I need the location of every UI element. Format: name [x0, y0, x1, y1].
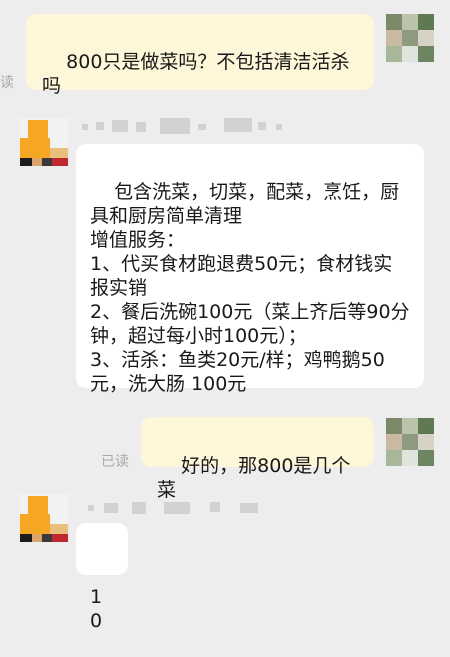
- message-bubble-incoming[interactable]: 包含洗菜，切菜，配菜，烹饪，厨具和厨房简单清理 增值服务： 1、代买食材跑退费5…: [76, 144, 424, 395]
- user-avatar[interactable]: [386, 418, 434, 466]
- contact-avatar[interactable]: [20, 494, 68, 542]
- message-text: 好的，那800是几个菜: [157, 455, 351, 501]
- read-receipt: 已读: [101, 454, 129, 470]
- message-text: 包含洗菜，切菜，配菜，烹饪，厨具和厨房简单清理 增值服务： 1、代买食材跑退费5…: [90, 181, 410, 395]
- message-bubble-outgoing[interactable]: 800只是做菜吗？不包括清洁活杀吗: [26, 14, 374, 97]
- message-text: 10: [90, 586, 103, 632]
- user-avatar[interactable]: [386, 14, 434, 62]
- message-bubble-outgoing[interactable]: 好的，那800是几个菜: [141, 417, 374, 501]
- contact-avatar[interactable]: [20, 118, 68, 166]
- message-text: 800只是做菜吗？不包括清洁活杀吗: [42, 51, 350, 97]
- message-bubble-incoming[interactable]: 10: [76, 523, 128, 632]
- read-receipt-partial: 读: [0, 75, 14, 91]
